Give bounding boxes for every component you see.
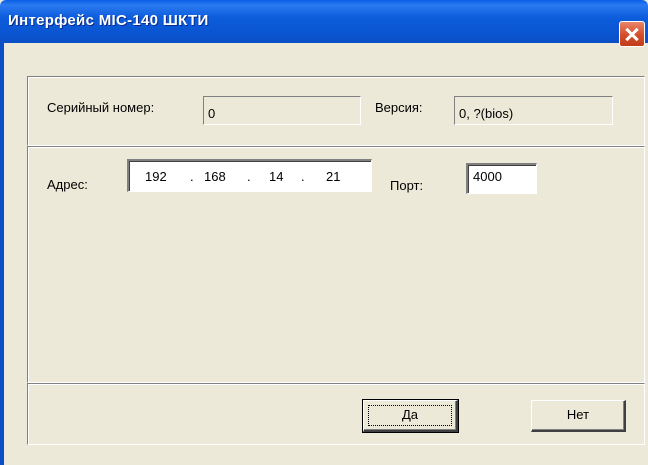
- close-icon[interactable]: [619, 21, 645, 47]
- window-frame-left: [0, 43, 4, 465]
- ip-separator: .: [190, 169, 194, 184]
- version-field: 0, ?(bios): [454, 96, 613, 125]
- port-label: Порт:: [390, 178, 424, 193]
- version-label: Версия:: [375, 100, 423, 115]
- serial-label: Серийный номер:: [47, 100, 155, 115]
- cancel-button-label: Нет: [566, 407, 590, 422]
- address-label: Адрес:: [47, 177, 88, 192]
- ip-octet-4[interactable]: 21: [326, 169, 340, 184]
- port-input[interactable]: 4000: [466, 163, 537, 194]
- ip-octet-2[interactable]: 168: [204, 169, 226, 184]
- focus-rectangle: [368, 405, 452, 426]
- ok-button[interactable]: Да: [362, 399, 459, 433]
- ip-address-input[interactable]: 192 . 168 . 14 . 21: [127, 159, 372, 192]
- title-bar[interactable]: Интерфейс MIC-140 ШКТИ: [0, 0, 648, 47]
- ip-separator: .: [301, 169, 305, 184]
- ip-separator: .: [247, 169, 251, 184]
- ip-octet-3[interactable]: 14: [269, 169, 283, 184]
- window-title: Интерфейс MIC-140 ШКТИ: [8, 12, 209, 29]
- ip-octet-1[interactable]: 192: [145, 169, 167, 184]
- cancel-button[interactable]: Нет: [531, 400, 626, 432]
- serial-field: 0: [203, 96, 361, 125]
